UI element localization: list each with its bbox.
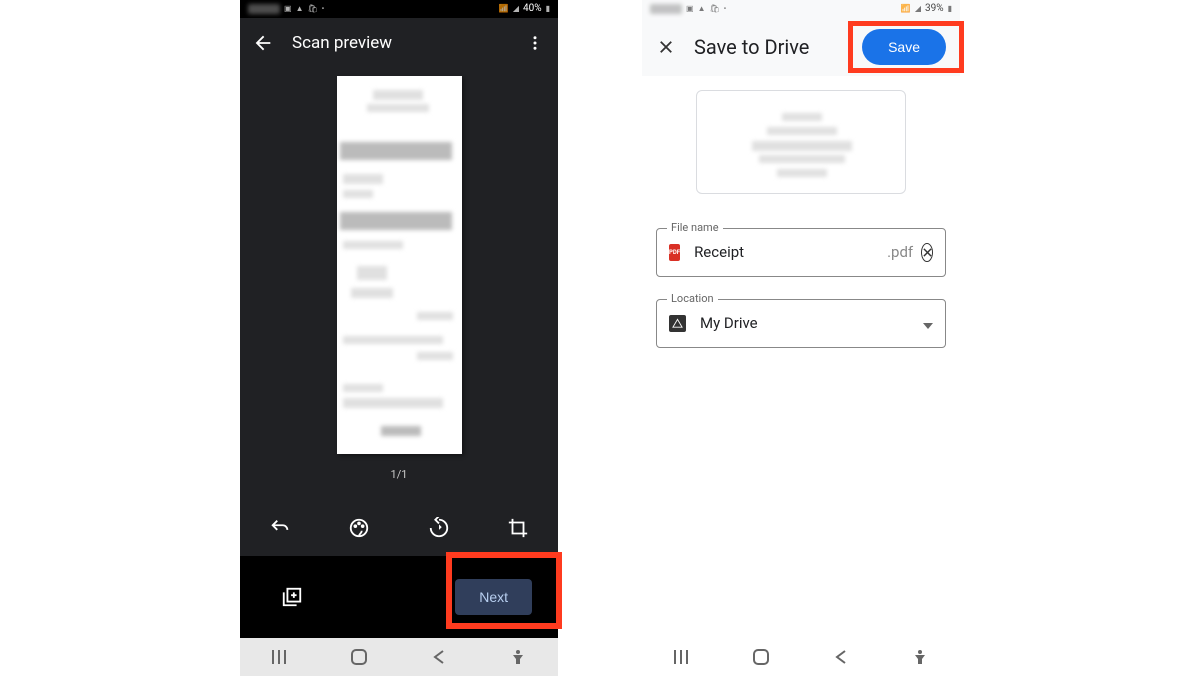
undo-icon[interactable]	[268, 516, 292, 540]
preview-area: 1/1	[240, 68, 558, 500]
edit-toolbar	[240, 500, 558, 556]
save-button[interactable]: Save	[862, 29, 946, 65]
notification-icon: 🛍	[709, 4, 719, 13]
battery-text: 39%	[925, 3, 944, 14]
battery-text: 40%	[523, 3, 542, 14]
phone-scan-preview: ▣ ▲ 🛍 • 📶 ◢ 40% ▮ Scan preview	[240, 0, 558, 676]
notification-icon: ▲	[296, 4, 304, 13]
system-nav-bar	[642, 638, 960, 676]
wifi-icon: 📶	[499, 4, 509, 13]
screen-title: Save to Drive	[694, 35, 862, 59]
app-bar: Scan preview	[240, 18, 558, 68]
battery-icon: ▮	[948, 4, 952, 13]
document-preview-thumbnail	[696, 90, 906, 194]
accessibility-nav-icon[interactable]	[910, 647, 930, 667]
phone-save-to-drive: ▣ ▲ 🛍 • 📶 ◢ 39% ▮ Save to Drive Save	[642, 0, 960, 676]
notification-icon: ▣	[686, 4, 694, 13]
signal-icon: ◢	[513, 4, 519, 13]
signal-icon: ◢	[915, 4, 921, 13]
dropdown-icon	[923, 314, 933, 333]
screen-title: Scan preview	[292, 33, 524, 53]
crop-icon[interactable]	[506, 516, 530, 540]
more-menu-icon[interactable]	[524, 32, 546, 54]
app-bar: Save to Drive Save	[642, 18, 960, 76]
wifi-icon: 📶	[901, 4, 911, 13]
next-button[interactable]: Next	[455, 579, 532, 615]
battery-icon: ▮	[546, 4, 550, 13]
accessibility-nav-icon[interactable]	[508, 647, 528, 667]
status-bar: ▣ ▲ 🛍 • 📶 ◢ 39% ▮	[642, 0, 960, 18]
back-icon[interactable]	[252, 32, 274, 54]
location-label: Location	[667, 292, 718, 305]
location-value: My Drive	[700, 314, 923, 332]
scanned-page-thumbnail[interactable]	[337, 76, 462, 454]
system-nav-bar	[240, 638, 558, 676]
recents-nav-icon[interactable]	[672, 647, 692, 667]
filename-field[interactable]: File name PDF .pdf	[656, 228, 946, 277]
close-icon[interactable]	[656, 37, 676, 57]
filename-input[interactable]	[694, 243, 893, 261]
home-nav-icon[interactable]	[349, 647, 369, 667]
add-page-icon[interactable]	[280, 585, 304, 609]
palette-icon[interactable]	[347, 516, 371, 540]
recents-nav-icon[interactable]	[270, 647, 290, 667]
rotate-icon[interactable]	[427, 516, 451, 540]
clear-input-icon[interactable]	[921, 243, 933, 262]
back-nav-icon[interactable]	[831, 647, 851, 667]
pdf-icon: PDF	[669, 244, 680, 261]
notification-icon: 🛍	[307, 4, 317, 13]
notification-icon: ▲	[698, 4, 706, 13]
drive-icon	[669, 315, 686, 332]
status-bar: ▣ ▲ 🛍 • 📶 ◢ 40% ▮	[240, 0, 558, 18]
save-form: File name PDF .pdf Location My Drive	[642, 76, 960, 638]
location-field[interactable]: Location My Drive	[656, 299, 946, 348]
page-counter: 1/1	[391, 468, 408, 481]
filename-extension: .pdf	[887, 243, 913, 261]
notification-icon: ▣	[284, 4, 292, 13]
action-bar: Next	[240, 556, 558, 638]
home-nav-icon[interactable]	[751, 647, 771, 667]
back-nav-icon[interactable]	[429, 647, 449, 667]
filename-label: File name	[667, 221, 723, 234]
